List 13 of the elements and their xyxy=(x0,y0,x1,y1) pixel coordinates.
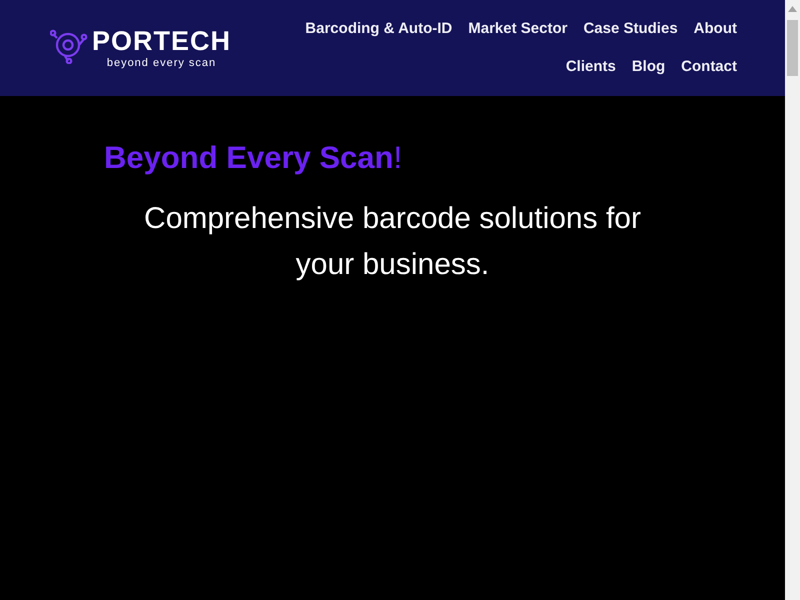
logo-tagline: beyond every scan xyxy=(106,56,216,70)
nav-link[interactable]: Contact xyxy=(681,58,737,76)
scrollbar-thumb[interactable] xyxy=(787,20,798,76)
hero-heading: Beyond Every Scan! xyxy=(104,139,404,177)
logo-wordmark: PORTECH xyxy=(92,26,232,56)
scroll-up-arrow-icon[interactable] xyxy=(788,6,797,12)
nav-link[interactable]: Market Sector xyxy=(468,20,568,38)
nav-link[interactable]: Barcoding & Auto-ID xyxy=(305,20,452,38)
nav-link[interactable]: Case Studies xyxy=(583,20,678,38)
nav-link[interactable]: About xyxy=(694,20,737,38)
hero-subtitle: Comprehensive barcode solutions for your business. xyxy=(143,201,642,283)
nav-link[interactable]: Blog xyxy=(632,58,666,76)
nav-link[interactable]: Clients xyxy=(566,58,616,76)
